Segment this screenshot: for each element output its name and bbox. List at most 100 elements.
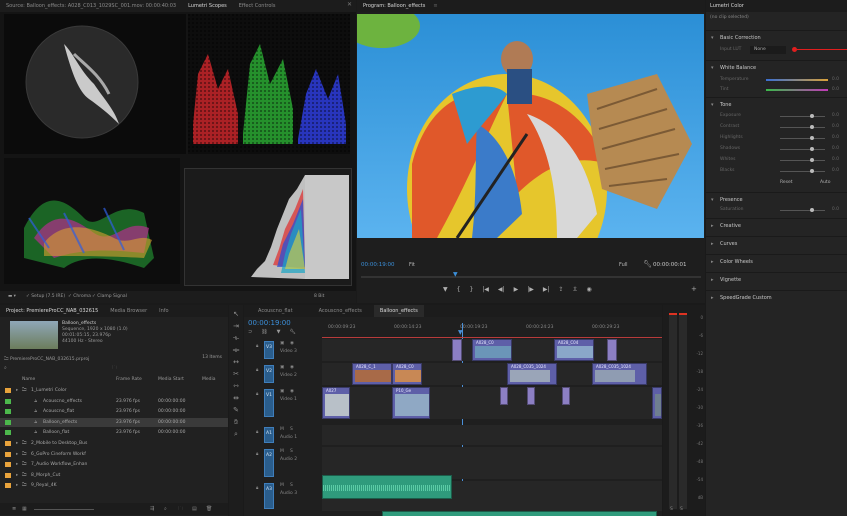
video-track-header[interactable]: 🔒︎ V1 ▣ ◉ Video 1	[244, 387, 316, 419]
toggle-output-icon[interactable]: ▣	[280, 365, 284, 370]
tone-slider[interactable]	[780, 147, 825, 151]
chroma-checkbox[interactable]: ✓ Chroma	[68, 291, 91, 303]
settings-wrench-icon[interactable]: 🔧︎	[289, 329, 295, 335]
label-color-chip[interactable]	[5, 430, 11, 436]
close-icon[interactable]: ✕	[347, 1, 352, 8]
tone-slider[interactable]	[780, 136, 825, 140]
program-timecode[interactable]: 00:00:19:00	[361, 262, 395, 268]
section-white-balance[interactable]: ▾ White Balance	[706, 60, 847, 74]
col-media-start[interactable]: Media Start	[158, 375, 184, 384]
audio-track-header[interactable]: 🔒︎ A3 M S Audio 3	[244, 481, 316, 511]
solo-right-icon[interactable]: S	[680, 507, 683, 512]
label-color-chip[interactable]	[5, 472, 11, 478]
chevron-right-icon[interactable]: ▸	[16, 439, 18, 448]
track-target[interactable]: V2	[264, 365, 274, 383]
slider-value[interactable]: 0.0	[832, 86, 839, 94]
toggle-output-icon[interactable]: ▣	[280, 389, 284, 394]
tab-source[interactable]: Source: Balloon_effects: A028_C013_1029S…	[0, 0, 182, 12]
input-lut-select[interactable]: None	[750, 46, 786, 54]
slider-knob[interactable]	[810, 169, 814, 173]
section-creative[interactable]: ▸ Creative	[706, 218, 847, 232]
play-icon[interactable]: ▶	[514, 286, 519, 293]
tint-slider[interactable]	[766, 89, 828, 91]
tone-slider[interactable]	[780, 169, 825, 173]
tab-project[interactable]: Project: PremiereProCC_NAB_032615	[0, 305, 104, 317]
label-color-chip[interactable]	[5, 483, 11, 489]
project-sequence-row[interactable]: ⫡ Balloon_flat 23.976 fps 00:00:00:00	[0, 428, 228, 437]
col-media[interactable]: Media	[202, 375, 216, 384]
slider-knob[interactable]	[810, 136, 814, 140]
pen-tool-icon[interactable]: ✎	[231, 405, 241, 415]
slider-value[interactable]: 0.0	[832, 112, 839, 120]
video-clip[interactable]: A027	[322, 387, 350, 419]
lumetri-title[interactable]: Lumetri Color	[710, 3, 744, 9]
linked-selection-icon[interactable]: ⛓︎	[261, 329, 267, 335]
solo-left-icon[interactable]: S	[670, 507, 673, 512]
video-clip[interactable]: A028_C0	[392, 363, 422, 385]
lock-icon[interactable]: 🔒︎	[256, 391, 258, 397]
slide-tool-icon[interactable]: ⇹	[231, 393, 241, 403]
section-presence[interactable]: ▾ Presence	[706, 192, 847, 206]
bit-depth-select[interactable]: 8 Bit	[314, 291, 324, 303]
label-color-chip[interactable]	[5, 419, 11, 425]
sync-lock-icon[interactable]: S	[290, 483, 293, 488]
tab-program[interactable]: Program: Balloon_effects	[357, 0, 431, 12]
scope-menu-icon[interactable]: ▬ ▾	[8, 291, 16, 303]
video-clip[interactable]	[500, 387, 508, 405]
chevron-right-icon[interactable]: ▸	[16, 481, 18, 490]
add-marker-icon[interactable]: ▼	[277, 329, 281, 335]
go-to-out-icon[interactable]: ▶|	[543, 286, 550, 293]
slider-value[interactable]: 0.0	[832, 156, 839, 164]
razor-tool-icon[interactable]: ✂	[231, 369, 241, 379]
video-clip[interactable]	[652, 387, 662, 419]
project-search[interactable]: ⌕ 🗀︎	[4, 365, 224, 373]
lock-icon[interactable]: 🔒︎	[256, 367, 258, 373]
slider-knob[interactable]	[810, 114, 814, 118]
sync-lock-icon[interactable]: ◉	[290, 341, 294, 346]
tone-slider[interactable]	[780, 125, 825, 129]
export-frame-icon[interactable]: ◉	[587, 286, 592, 293]
slider-value[interactable]: 0.0	[832, 206, 839, 214]
tab-sequence-acouscno-flat[interactable]: Acouscno_flat	[252, 305, 299, 317]
slider-knob[interactable]	[810, 208, 814, 212]
timeline-ruler[interactable]: 00:00:09:23 00:00:14:23 00:00:19:23 00:00:2…	[322, 323, 662, 337]
section-tone[interactable]: ▾ Tone	[706, 97, 847, 111]
extract-icon[interactable]: ⇫	[573, 286, 578, 293]
new-bin-icon[interactable]: 🗀︎	[178, 503, 183, 515]
project-bin-row[interactable]: ▸ 🗀︎ 8_Morph_Cut	[0, 471, 228, 480]
label-color-chip[interactable]	[5, 441, 11, 446]
label-color-chip[interactable]	[5, 409, 11, 415]
audio-clip[interactable]	[322, 475, 452, 499]
toggle-output-icon[interactable]: M	[280, 483, 284, 488]
automate-icon[interactable]: ⇶	[150, 503, 154, 515]
video-clip[interactable]	[527, 387, 535, 405]
auto-button[interactable]: Auto	[820, 180, 830, 185]
video-clip[interactable]: A028_C0	[472, 339, 512, 361]
project-sequence-row[interactable]: ⫡ Acouscno_effects 23.976 fps 00:00:00:00	[0, 397, 228, 406]
tab-media-browser[interactable]: Media Browser	[104, 305, 153, 317]
hand-tool-icon[interactable]: ✋︎	[231, 417, 241, 427]
track-select-icon[interactable]: ⇥	[231, 321, 241, 331]
chevron-right-icon[interactable]: ▸	[16, 471, 18, 480]
section-speedgrade[interactable]: ▸ SpeedGrade Custom	[706, 290, 847, 304]
temperature-slider[interactable]	[766, 79, 828, 81]
video-clip[interactable]: A028_C04	[554, 339, 594, 361]
col-name[interactable]: Name	[22, 375, 35, 384]
project-bin-row[interactable]: ▸ 🗀︎ 2_Mobile to Desktop_Bus	[0, 439, 228, 448]
label-color-chip[interactable]	[5, 451, 11, 457]
project-bin-row[interactable]: ▸ 🗀︎ 9_Reyal_4K	[0, 481, 228, 490]
slider-knob[interactable]	[810, 158, 814, 162]
toggle-output-icon[interactable]: M	[280, 449, 284, 454]
sync-lock-icon[interactable]: ◉	[290, 389, 294, 394]
project-sequence-row[interactable]: ⫡ Balloon_effects 23.976 fps 00:00:00:00	[0, 417, 228, 427]
chevron-right-icon[interactable]: ▸	[16, 386, 18, 395]
toggle-output-icon[interactable]: M	[280, 427, 284, 432]
zoom-slider[interactable]	[34, 509, 94, 510]
video-clip[interactable]: P10_Ge	[392, 387, 430, 419]
tone-slider[interactable]	[780, 114, 825, 118]
slider-value[interactable]: 0.0	[832, 134, 839, 142]
add-button-icon[interactable]: +	[691, 285, 697, 293]
tab-info[interactable]: Info	[153, 305, 174, 317]
slider-value[interactable]: 0.0	[832, 123, 839, 131]
toggle-output-icon[interactable]: ▣	[280, 341, 284, 346]
